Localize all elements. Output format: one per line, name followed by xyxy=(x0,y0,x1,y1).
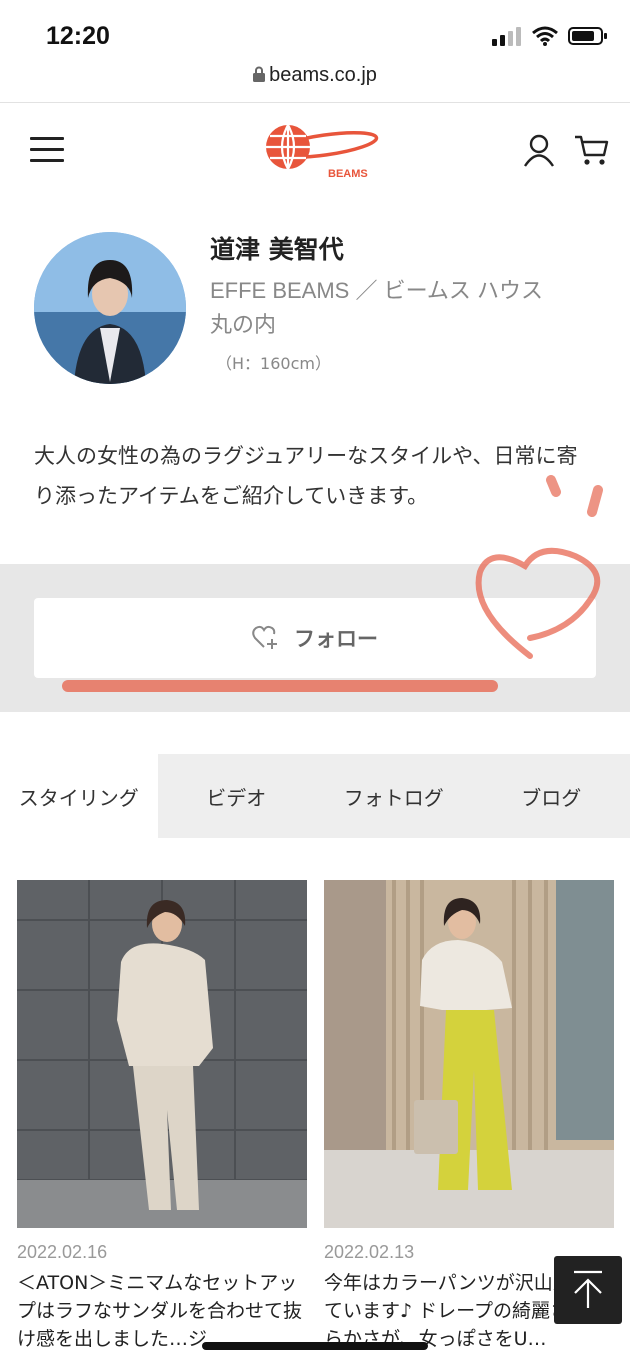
follow-label: フォロー xyxy=(294,627,378,651)
url-text: beams.co.jp xyxy=(269,64,377,86)
home-indicator xyxy=(202,1342,428,1350)
stylist-shop: EFFE BEAMS ／ ビームス ハウス 丸の内 xyxy=(210,274,590,342)
stylist-height: （H：160cm） xyxy=(216,354,331,373)
beams-logo[interactable]: BEAMS xyxy=(250,121,380,181)
styling-card[interactable]: 2022.02.16 ＜ATON＞ミニマムなセットアップはラフなサンダルを合わせ… xyxy=(17,880,307,1353)
back-to-top-button[interactable] xyxy=(554,1256,622,1324)
tab-styling[interactable]: スタイリング xyxy=(0,754,158,838)
styling-photo[interactable] xyxy=(324,880,614,1228)
wifi-icon xyxy=(532,26,558,46)
tab-photolog[interactable]: フォトログ xyxy=(315,754,473,838)
follow-button[interactable]: フォロー xyxy=(34,598,596,678)
url-bar[interactable]: beams.co.jp xyxy=(0,64,630,103)
shop-line1: EFFE BEAMS ／ ビームス ハウス xyxy=(210,278,544,303)
site-header: BEAMS xyxy=(0,103,630,199)
styling-date: 2022.02.16 xyxy=(17,1242,108,1262)
profile-avatar xyxy=(34,232,186,384)
cart-icon[interactable] xyxy=(574,133,610,167)
brand-text: BEAMS xyxy=(328,168,368,180)
content-tabs: スタイリング ビデオ フォトログ ブログ xyxy=(0,754,630,838)
stylist-bio: 大人の女性の為のラグジュアリーなスタイルや、日常に寄り添ったアイテムをご紹介して… xyxy=(34,444,578,508)
user-icon[interactable] xyxy=(522,133,556,167)
signal-icon xyxy=(492,27,521,46)
status-time: 12:20 xyxy=(46,22,110,50)
menu-icon[interactable] xyxy=(30,137,64,163)
styling-image xyxy=(324,880,614,1228)
styling-photo[interactable] xyxy=(17,880,307,1228)
styling-caption[interactable]: ＜ATON＞ミニマムなセットアップはラフなサンダルを合わせて抜け感を出しました…… xyxy=(17,1269,307,1353)
heart-plus-icon xyxy=(252,625,277,649)
tab-blog[interactable]: ブログ xyxy=(473,754,630,838)
styling-image xyxy=(17,880,307,1228)
tab-video[interactable]: ビデオ xyxy=(158,754,316,838)
arrow-up-icon xyxy=(574,1270,602,1308)
status-icons xyxy=(492,26,608,46)
battery-icon xyxy=(568,27,607,45)
avatar-photo xyxy=(34,232,186,384)
shop-line2: 丸の内 xyxy=(210,312,277,337)
status-bar: 12:20 xyxy=(0,0,630,64)
stylist-name: 道津 美智代 xyxy=(210,235,344,264)
lock-icon xyxy=(253,66,266,82)
